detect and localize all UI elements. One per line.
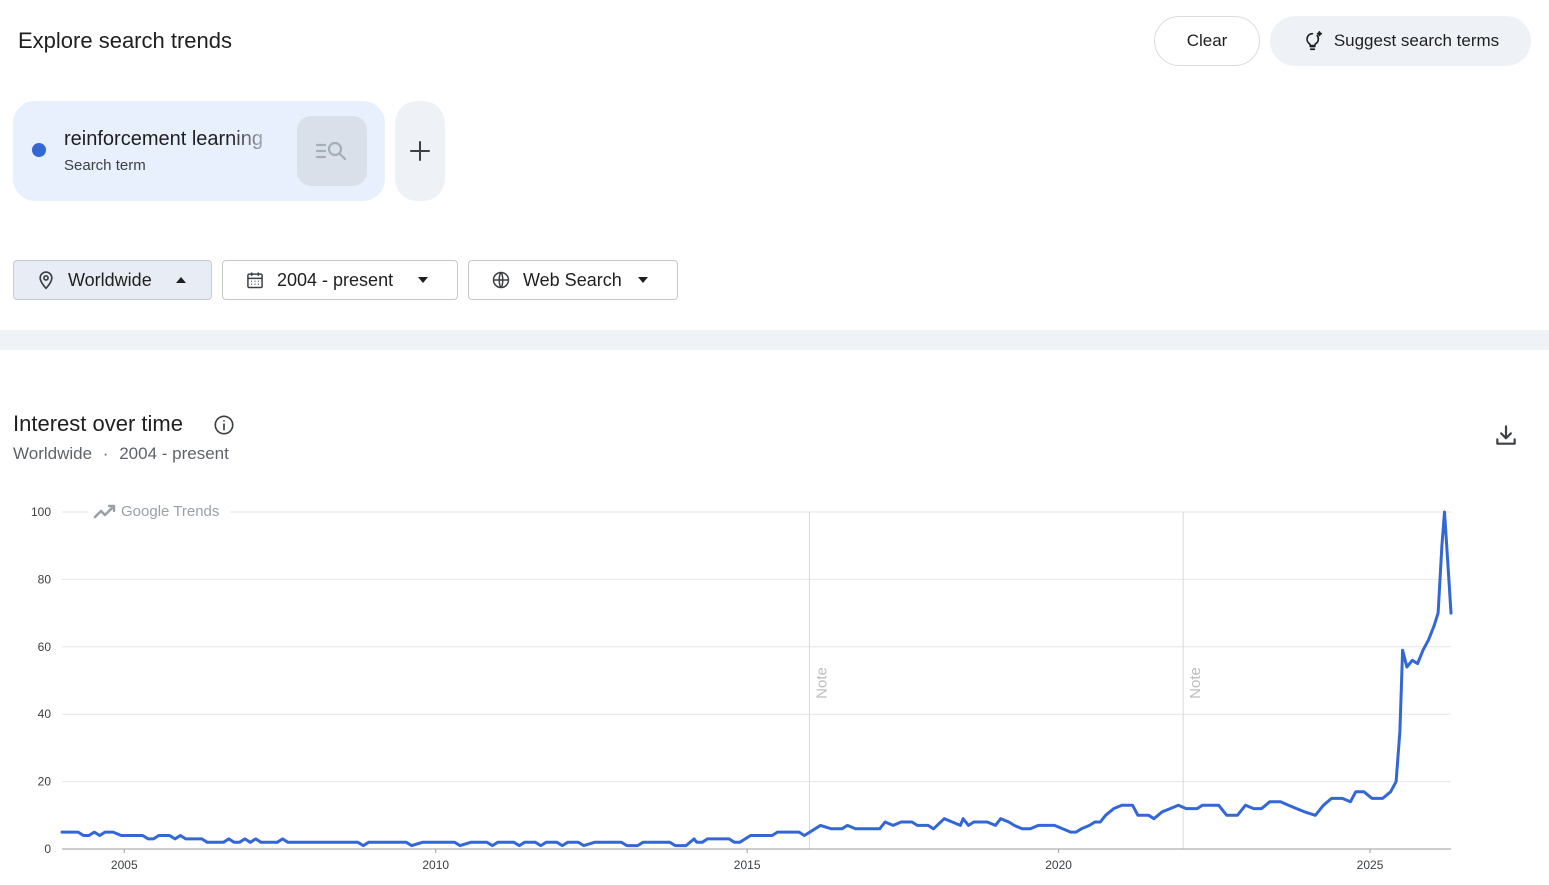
chevron-down-icon bbox=[637, 276, 649, 284]
section-divider bbox=[0, 330, 1549, 350]
search-term-type: Search term bbox=[64, 157, 146, 174]
chart-axes: 0 20 40 60 80 100 2005 2010 2015 2020 2025 bbox=[31, 505, 1451, 872]
location-filter[interactable]: Worldwide bbox=[13, 260, 212, 300]
clear-button[interactable]: Clear bbox=[1154, 16, 1260, 66]
location-pin-icon bbox=[36, 270, 56, 290]
y-tick-label: 20 bbox=[38, 775, 52, 789]
add-comparison-button[interactable] bbox=[395, 101, 445, 201]
plus-icon bbox=[409, 140, 431, 162]
search-term-name[interactable]: reinforcement learning bbox=[64, 128, 278, 151]
time-range-filter[interactable]: 2004 - present bbox=[222, 260, 458, 300]
search-property-filter-label: Web Search bbox=[523, 269, 622, 290]
x-tick-label: 2010 bbox=[422, 858, 449, 872]
chart-subtitle-location: Worldwide bbox=[13, 444, 93, 463]
page-title: Explore search trends bbox=[18, 28, 232, 53]
chart-subtitle-separator: · bbox=[102, 444, 109, 463]
y-tick-label: 60 bbox=[38, 640, 52, 654]
search-property-filter[interactable]: Web Search bbox=[468, 260, 678, 300]
calendar-icon bbox=[245, 270, 265, 290]
y-tick-label: 100 bbox=[31, 505, 51, 519]
location-filter-label: Worldwide bbox=[68, 269, 152, 290]
x-tick-label: 2020 bbox=[1045, 858, 1072, 872]
chart-title: Interest over time bbox=[13, 411, 183, 436]
series-line[interactable] bbox=[60, 510, 1453, 848]
term-explore-button[interactable] bbox=[297, 116, 367, 186]
interest-over-time-chart: Note Note 0 20 40 60 80 100 2005 2010 2015 2020 202… bbox=[31, 501, 1453, 872]
suggest-search-terms-label: Suggest search terms bbox=[1333, 31, 1500, 50]
term-color-dot bbox=[32, 143, 46, 157]
google-trends-watermark-text: Google Trends bbox=[121, 503, 219, 520]
chart-subtitle: Worldwide · 2004 - present bbox=[13, 444, 229, 464]
chart-series bbox=[60, 510, 1453, 848]
note-label[interactable]: Note bbox=[1187, 667, 1204, 699]
chart-gridlines bbox=[62, 511, 1451, 783]
chevron-down-icon bbox=[417, 276, 429, 284]
google-trends-watermark: Google Trends bbox=[88, 501, 230, 523]
suggest-search-terms-button[interactable]: Suggest search terms bbox=[1270, 16, 1531, 66]
chart-subtitle-range: 2004 - present bbox=[119, 444, 229, 463]
x-tick-label: 2025 bbox=[1357, 858, 1384, 872]
list-search-icon bbox=[314, 137, 350, 165]
y-tick-label: 40 bbox=[38, 707, 52, 721]
note-label[interactable]: Note bbox=[813, 667, 830, 699]
caret-up-icon bbox=[175, 276, 187, 284]
time-range-filter-label: 2004 - present bbox=[277, 269, 394, 290]
lightbulb-sparkle-icon bbox=[1302, 30, 1324, 52]
info-icon[interactable] bbox=[213, 414, 235, 441]
chart-notes: Note Note bbox=[808, 512, 1204, 849]
globe-icon bbox=[491, 270, 511, 290]
x-tick-label: 2005 bbox=[111, 858, 138, 872]
x-tick-label: 2015 bbox=[734, 858, 761, 872]
download-icon[interactable] bbox=[1493, 422, 1519, 453]
y-tick-label: 80 bbox=[38, 572, 52, 586]
y-tick-label: 0 bbox=[44, 842, 51, 856]
